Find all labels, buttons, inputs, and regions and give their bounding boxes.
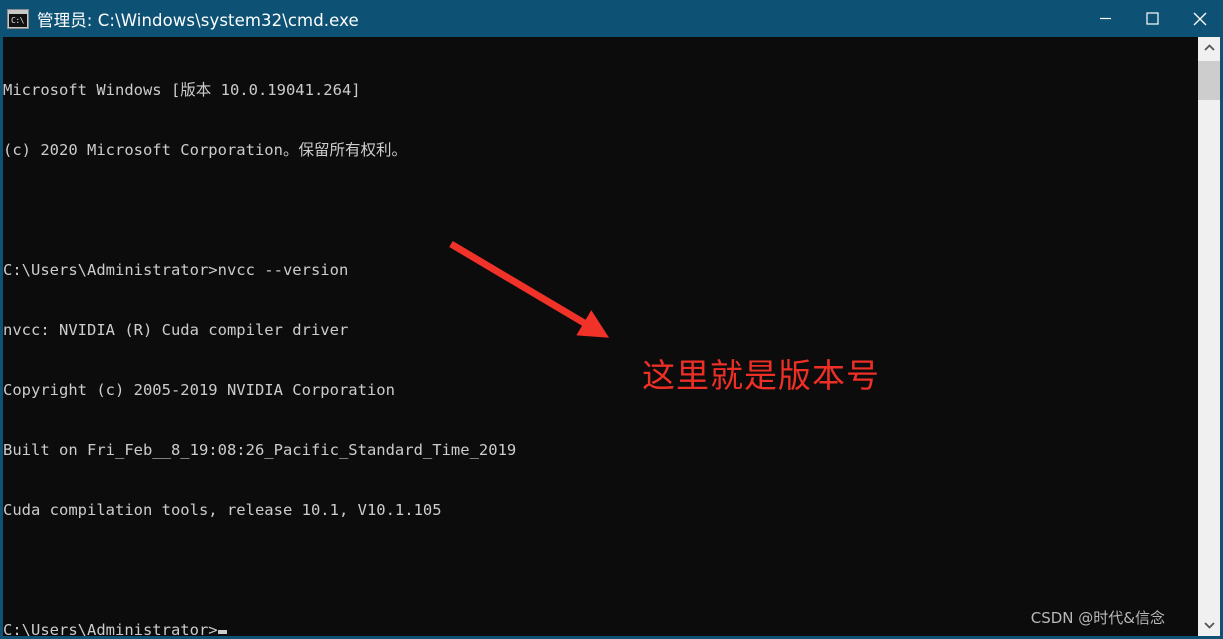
window-controls: [1082, 0, 1223, 37]
console-line: C:\Users\Administrator>nvcc --version: [3, 261, 349, 279]
maximize-button[interactable]: [1129, 0, 1176, 37]
scrollbar-thumb[interactable]: [1198, 61, 1220, 100]
console-prompt: C:\Users\Administrator>: [3, 621, 218, 636]
console-line: nvcc: NVIDIA (R) Cuda compiler driver: [3, 321, 349, 339]
console-icon-text: C:\: [9, 13, 27, 27]
console-line: Cuda compilation tools, release 10.1, V1…: [3, 501, 442, 519]
chevron-up-icon[interactable]: [1198, 37, 1220, 59]
console-icon: C:\: [7, 8, 29, 29]
title-bar[interactable]: C:\ 管理员: C:\Windows\system32\cmd.exe: [0, 0, 1223, 37]
vertical-scrollbar[interactable]: [1198, 37, 1220, 636]
cmd-window: C:\ 管理员: C:\Windows\system32\cmd.exe Mic…: [0, 0, 1223, 639]
chevron-down-icon[interactable]: [1198, 614, 1220, 636]
scrollbar-track[interactable]: [1198, 59, 1220, 614]
console-output-area[interactable]: Microsoft Windows [版本 10.0.19041.264] (c…: [3, 37, 1195, 636]
console-line: Copyright (c) 2005-2019 NVIDIA Corporati…: [3, 381, 395, 399]
console-line: Built on Fri_Feb__8_19:08:26_Pacific_Sta…: [3, 441, 517, 459]
text-cursor: [217, 630, 227, 634]
annotation-label: 这里就是版本号: [642, 356, 880, 395]
console-text: Microsoft Windows [版本 10.0.19041.264] (c…: [3, 40, 516, 636]
close-button[interactable]: [1176, 0, 1223, 37]
console-line: Microsoft Windows [版本 10.0.19041.264]: [3, 81, 361, 99]
window-title: 管理员: C:\Windows\system32\cmd.exe: [37, 10, 359, 30]
minimize-button[interactable]: [1082, 0, 1129, 37]
console-prompt-line: C:\Users\Administrator>: [3, 620, 516, 636]
console-line: (c) 2020 Microsoft Corporation。保留所有权利。: [3, 141, 407, 159]
watermark: CSDN @时代&信念: [1030, 609, 1165, 627]
